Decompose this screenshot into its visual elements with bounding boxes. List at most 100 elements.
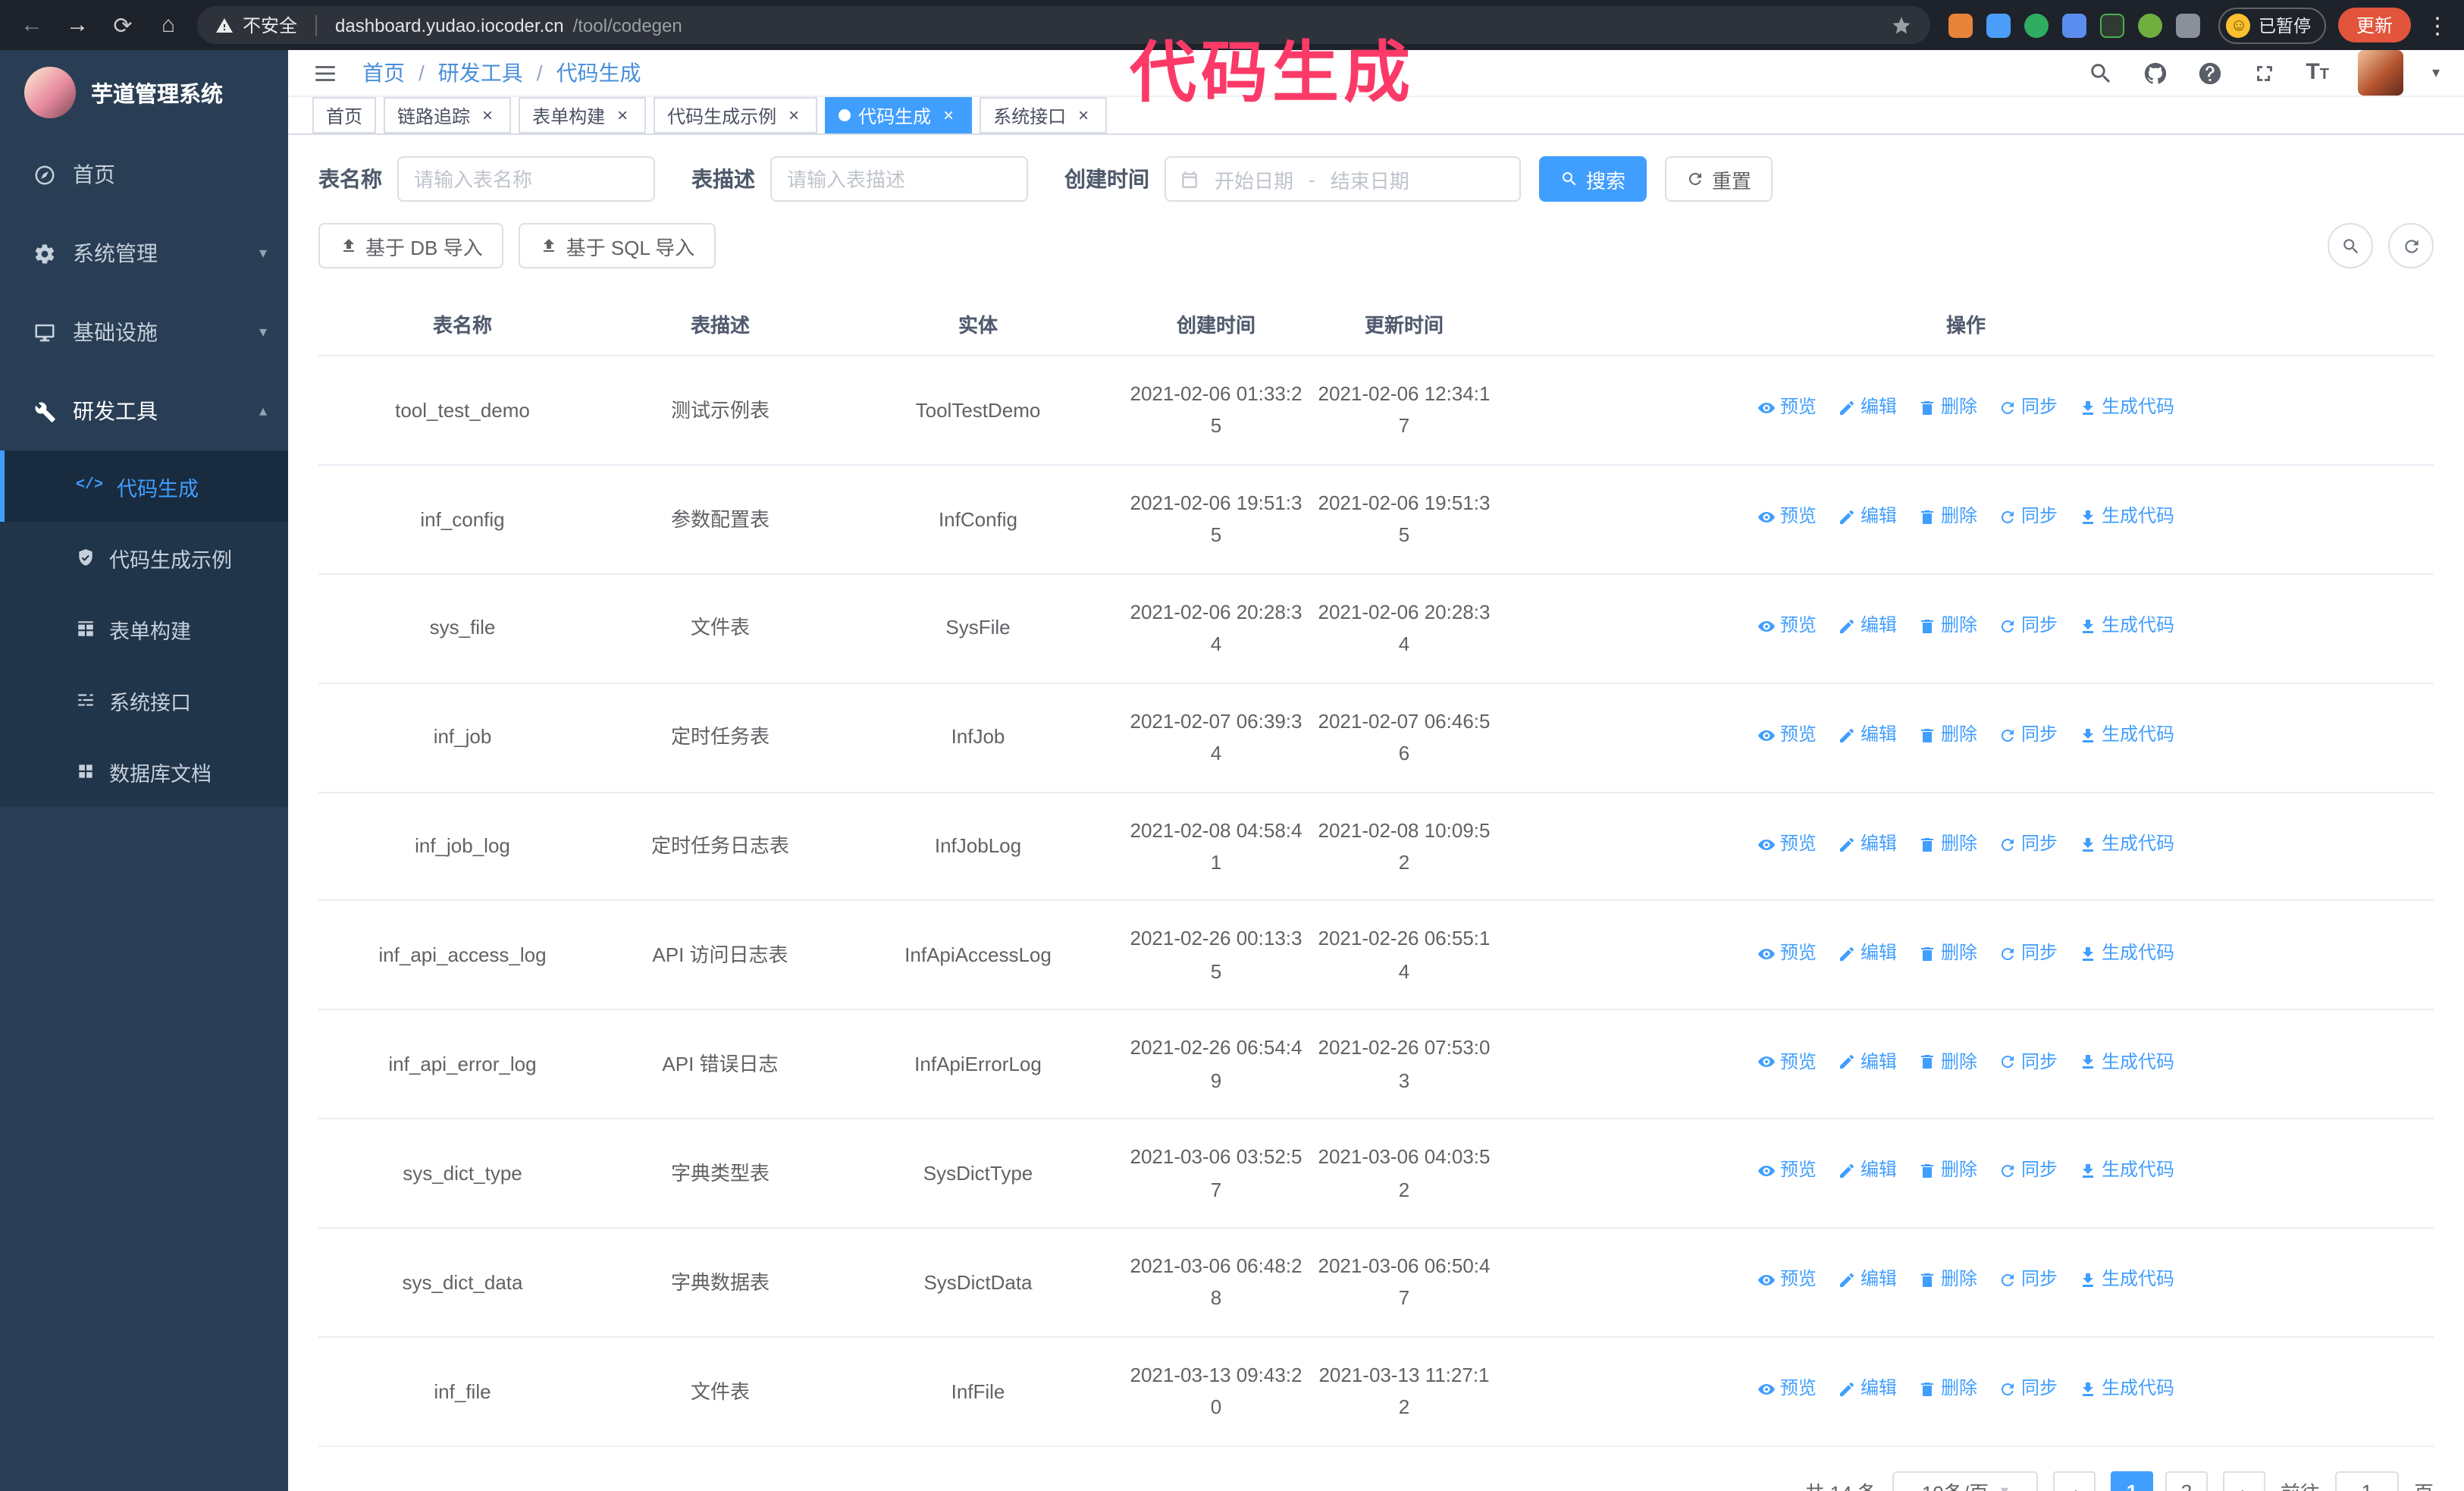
action-edit[interactable]: 编辑 [1838, 611, 1897, 642]
docs-icon[interactable] [2196, 60, 2222, 86]
action-sync[interactable]: 同步 [1998, 611, 2058, 642]
action-edit[interactable]: 编辑 [1838, 1266, 1897, 1296]
action-generate-code[interactable]: 生成代码 [2079, 1374, 2174, 1405]
action-delete[interactable]: 删除 [1918, 502, 1977, 532]
action-generate-code[interactable]: 生成代码 [2079, 1266, 2174, 1296]
prev-page-button[interactable]: ‹ [2052, 1471, 2096, 1491]
action-generate-code[interactable]: 生成代码 [2079, 1047, 2174, 1078]
extension-icon[interactable] [1948, 13, 1973, 37]
chrome-update-button[interactable]: 更新 [2337, 8, 2411, 42]
tab-close-icon[interactable]: × [613, 105, 632, 125]
tab-链路追踪[interactable]: 链路追踪 × [384, 97, 512, 133]
browser-home-icon[interactable]: ⌂ [152, 12, 185, 38]
sidebar-item-codegen[interactable]: </> 代码生成 [0, 450, 288, 522]
action-delete[interactable]: 删除 [1918, 830, 1977, 860]
browser-back-icon[interactable]: ← [15, 12, 49, 38]
tab-close-icon[interactable]: × [784, 105, 804, 125]
action-delete[interactable]: 删除 [1918, 394, 1977, 424]
action-preview[interactable]: 预览 [1757, 1157, 1817, 1187]
page-2[interactable]: 2 [2165, 1471, 2208, 1491]
tab-首页[interactable]: 首页 [312, 97, 377, 133]
github-icon[interactable] [2142, 60, 2168, 86]
browser-reload-icon[interactable]: ⟳ [106, 11, 140, 39]
page-1[interactable]: 1 [2110, 1471, 2153, 1491]
action-delete[interactable]: 删除 [1918, 1266, 1977, 1296]
action-delete[interactable]: 删除 [1918, 611, 1977, 642]
sidebar-item-codegen-example[interactable]: 代码生成示例 [0, 522, 288, 593]
action-generate-code[interactable]: 生成代码 [2079, 830, 2174, 860]
breadcrumb-codegen[interactable]: 代码生成 [556, 58, 641, 88]
sidebar-item-form-builder[interactable]: 表单构建 [0, 593, 288, 664]
tab-close-icon[interactable]: × [939, 105, 958, 125]
tab-表单构建[interactable]: 表单构建 × [519, 97, 647, 133]
action-edit[interactable]: 编辑 [1838, 1047, 1897, 1078]
action-delete[interactable]: 删除 [1918, 938, 1977, 968]
action-generate-code[interactable]: 生成代码 [2079, 611, 2174, 642]
action-generate-code[interactable]: 生成代码 [2079, 394, 2174, 424]
browser-menu-icon[interactable]: ⋮ [2426, 11, 2449, 39]
action-edit[interactable]: 编辑 [1838, 1374, 1897, 1405]
action-sync[interactable]: 同步 [1998, 394, 2058, 424]
action-sync[interactable]: 同步 [1998, 720, 2058, 751]
action-preview[interactable]: 预览 [1757, 611, 1817, 642]
breadcrumb-home[interactable]: 首页 [362, 58, 405, 88]
action-edit[interactable]: 编辑 [1838, 394, 1897, 424]
bookmark-star-icon[interactable] [1892, 14, 1913, 36]
extensions-puzzle-icon[interactable] [2176, 13, 2201, 37]
extension-icon[interactable] [2062, 13, 2087, 37]
fullscreen-icon[interactable] [2251, 60, 2277, 86]
import-sql-button[interactable]: 基于 SQL 导入 [519, 223, 716, 268]
action-sync[interactable]: 同步 [1998, 1266, 2058, 1296]
action-sync[interactable]: 同步 [1998, 1047, 2058, 1078]
sidebar-item-home[interactable]: 首页 [0, 135, 288, 214]
action-sync[interactable]: 同步 [1998, 1374, 2058, 1405]
import-db-button[interactable]: 基于 DB 导入 [318, 223, 504, 268]
address-bar[interactable]: 不安全 dashboard.yudao.iocoder.cn/tool/code… [197, 6, 1931, 44]
toggle-search-button[interactable] [2328, 223, 2373, 268]
action-delete[interactable]: 删除 [1918, 1047, 1977, 1078]
action-preview[interactable]: 预览 [1757, 938, 1817, 968]
sidebar-item-infra[interactable]: 基础设施 ▾ [0, 293, 288, 372]
action-preview[interactable]: 预览 [1757, 502, 1817, 532]
search-icon[interactable] [2087, 60, 2113, 86]
goto-page-input[interactable] [2334, 1471, 2399, 1491]
action-sync[interactable]: 同步 [1998, 938, 2058, 968]
avatar[interactable] [2357, 50, 2403, 96]
font-size-icon[interactable]: TT [2306, 59, 2329, 86]
tab-系统接口[interactable]: 系统接口 × [980, 97, 1108, 133]
page-size-select[interactable]: 10条/页 ▾ [1892, 1471, 2038, 1491]
action-edit[interactable]: 编辑 [1838, 720, 1897, 751]
sidebar-item-system-api[interactable]: 系统接口 [0, 664, 288, 736]
sidebar-toggle-icon[interactable] [312, 60, 338, 86]
action-preview[interactable]: 预览 [1757, 394, 1817, 424]
action-sync[interactable]: 同步 [1998, 1157, 2058, 1187]
date-range-picker[interactable]: 开始日期 - 结束日期 [1165, 156, 1521, 202]
action-preview[interactable]: 预览 [1757, 720, 1817, 751]
action-generate-code[interactable]: 生成代码 [2079, 1157, 2174, 1187]
action-delete[interactable]: 删除 [1918, 1157, 1977, 1187]
action-sync[interactable]: 同步 [1998, 830, 2058, 860]
action-preview[interactable]: 预览 [1757, 1047, 1817, 1078]
action-delete[interactable]: 删除 [1918, 1374, 1977, 1405]
search-button[interactable]: 搜索 [1539, 156, 1647, 202]
sidebar-item-devtools[interactable]: 研发工具 ▴ [0, 372, 288, 450]
extension-icon[interactable] [1986, 13, 2011, 37]
breadcrumb-devtools[interactable]: 研发工具 [438, 58, 523, 88]
action-edit[interactable]: 编辑 [1838, 502, 1897, 532]
extension-icon[interactable] [2100, 13, 2125, 37]
tab-代码生成示例[interactable]: 代码生成示例 × [654, 97, 818, 133]
action-sync[interactable]: 同步 [1998, 502, 2058, 532]
table-desc-input[interactable] [770, 156, 1028, 202]
extension-icon[interactable] [2024, 13, 2049, 37]
next-page-button[interactable]: › [2222, 1471, 2265, 1491]
sidebar-item-system[interactable]: 系统管理 ▾ [0, 214, 288, 293]
action-generate-code[interactable]: 生成代码 [2079, 720, 2174, 751]
tab-代码生成[interactable]: 代码生成 × [825, 97, 973, 133]
action-edit[interactable]: 编辑 [1838, 1157, 1897, 1187]
reset-button[interactable]: 重置 [1665, 156, 1773, 202]
action-preview[interactable]: 预览 [1757, 1266, 1817, 1296]
action-delete[interactable]: 删除 [1918, 720, 1977, 751]
action-preview[interactable]: 预览 [1757, 830, 1817, 860]
browser-forward-icon[interactable]: → [61, 12, 94, 38]
action-edit[interactable]: 编辑 [1838, 830, 1897, 860]
